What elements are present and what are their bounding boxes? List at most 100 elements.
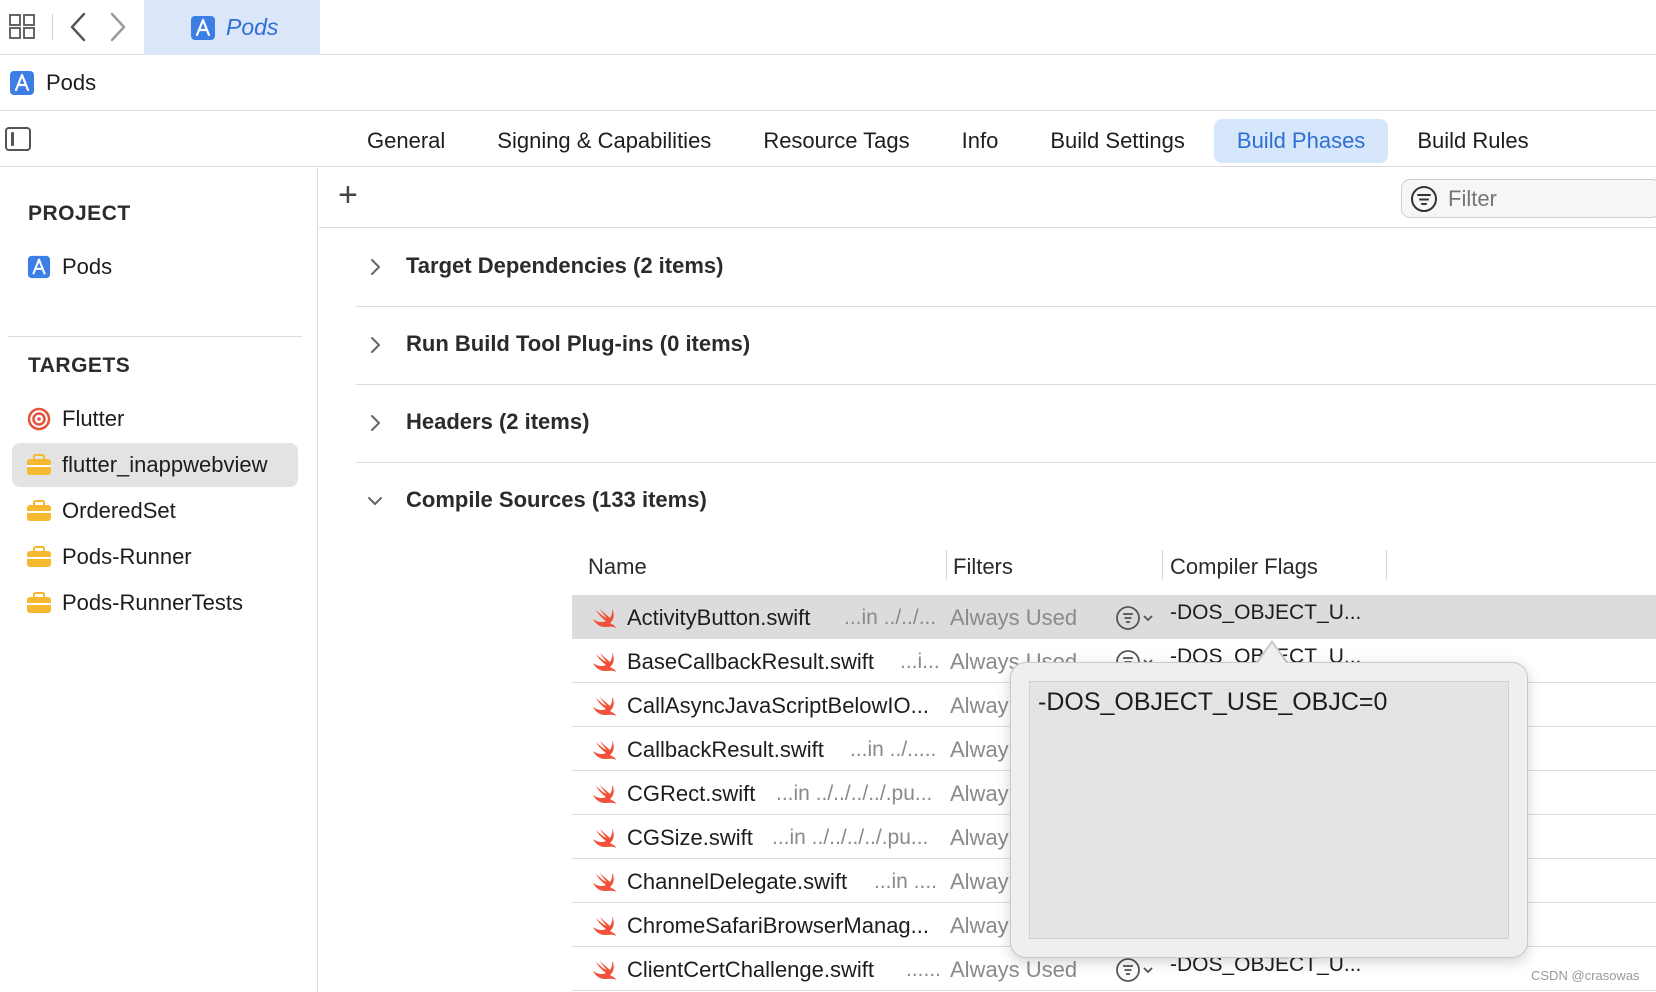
file-tab-pods[interactable]: Pods	[144, 0, 320, 55]
filter-input[interactable]	[1448, 185, 1628, 212]
build-phases-toolbar: +	[319, 168, 1656, 228]
phase-title: Target Dependencies (2 items)	[406, 253, 724, 278]
sidebar-item-pods-runner[interactable]: Pods-Runner	[12, 535, 298, 579]
file-filter[interactable]: Alway	[950, 913, 1009, 939]
column-header-name[interactable]: Name	[588, 554, 647, 580]
phase-title: Run Build Tool Plug-ins (0 items)	[406, 331, 751, 356]
tab-build-phases[interactable]: Build Phases	[1213, 119, 1389, 163]
related-items-grid-icon[interactable]	[9, 14, 37, 40]
sidebar-item-flutter-inappwebview[interactable]: flutter_inappwebview	[12, 443, 298, 487]
chevron-down-icon[interactable]	[366, 488, 384, 514]
file-path: ...in ....	[874, 870, 938, 893]
column-divider[interactable]	[1386, 550, 1387, 580]
popover-arrow-fill	[1258, 643, 1286, 663]
sidebar-item-label: Flutter	[62, 406, 125, 431]
sidebar-item-label: Pods	[62, 254, 113, 279]
swift-file-icon	[593, 740, 616, 760]
sidebar-item-orderedset[interactable]: OrderedSet	[12, 489, 298, 533]
file-filter[interactable]: Alway	[950, 737, 1009, 763]
phase-headers[interactable]: Headers (2 items)	[356, 385, 1656, 463]
file-filter[interactable]: Alway	[950, 781, 1009, 807]
phase-title: Compile Sources (133 items)	[406, 487, 707, 512]
sidebar-item-label: flutter_inappwebview	[62, 452, 268, 477]
xcode-project-icon	[191, 16, 215, 40]
window-tab-bar: Pods	[0, 0, 1656, 55]
editor-tabs: General Signing & Capabilities Resource …	[344, 119, 1552, 163]
toolbox-icon	[26, 498, 52, 524]
column-divider[interactable]	[946, 550, 947, 580]
compiler-flags-editor[interactable]: -DOS_OBJECT_USE_OBJC=0	[1029, 681, 1509, 939]
filter-menu-icon[interactable]	[1114, 604, 1160, 632]
phase-title: Headers (2 items)	[406, 409, 590, 434]
chevron-right-icon[interactable]	[366, 332, 384, 358]
swift-file-icon	[593, 872, 616, 892]
project-section-header: PROJECT	[28, 202, 131, 225]
file-path: ...i...	[900, 650, 940, 673]
target-sidebar: PROJECT Pods TARGETS Flutter flutter_ina…	[0, 168, 318, 992]
watermark: CSDN @crasowas	[1531, 968, 1640, 983]
chevron-left-icon[interactable]	[66, 10, 90, 44]
toolbar-divider	[52, 14, 53, 40]
xcode-project-icon	[26, 254, 52, 280]
file-path: ...in ../../../../.pu...	[776, 782, 933, 805]
file-tab-label: Pods	[226, 14, 279, 40]
swift-file-icon	[593, 696, 616, 716]
breadcrumb-project[interactable]: Pods	[46, 70, 96, 96]
sidebar-item-project-pods[interactable]: Pods	[12, 245, 298, 289]
xcode-project-icon	[10, 71, 34, 95]
file-path: ......	[906, 958, 942, 981]
chevron-right-icon[interactable]	[366, 410, 384, 436]
filter-field[interactable]	[1401, 179, 1656, 218]
target-icon	[26, 406, 52, 432]
compiler-flags-popover: -DOS_OBJECT_USE_OBJC=0	[1010, 662, 1528, 958]
sidebar-item-flutter[interactable]: Flutter	[12, 397, 298, 441]
swift-file-icon	[593, 652, 616, 672]
file-name: ChannelDelegate.swift	[627, 869, 848, 894]
sidebar-item-pods-runnertests[interactable]: Pods-RunnerTests	[12, 581, 298, 625]
tab-build-settings[interactable]: Build Settings	[1027, 119, 1208, 163]
toolbox-icon	[26, 452, 52, 478]
sidebar-item-label: OrderedSet	[62, 498, 176, 523]
file-name: ActivityButton.swift	[627, 605, 811, 630]
swift-file-icon	[593, 828, 616, 848]
file-name: ChromeSafariBrowserManag...	[627, 913, 930, 938]
filter-menu-icon[interactable]	[1114, 956, 1160, 984]
tab-general[interactable]: General	[344, 119, 468, 163]
file-filter[interactable]: Always Used	[950, 957, 1077, 983]
file-name: ClientCertChallenge.swift	[627, 957, 874, 982]
tab-build-rules[interactable]: Build Rules	[1394, 119, 1551, 163]
phase-run-build-tool-plugins[interactable]: Run Build Tool Plug-ins (0 items)	[356, 307, 1656, 385]
file-filter[interactable]: Alway	[950, 869, 1009, 895]
phase-target-dependencies[interactable]: Target Dependencies (2 items)	[356, 229, 1656, 307]
table-row[interactable]: ActivityButton.swift ...in ../../... Alw…	[572, 595, 1656, 639]
compile-sources-table-header: Name Filters Compiler Flags	[572, 548, 1656, 590]
file-name: CGRect.swift	[627, 781, 756, 806]
chevron-right-icon[interactable]	[106, 10, 130, 44]
file-name: BaseCallbackResult.swift	[627, 649, 874, 674]
sidebar-item-label: Pods-Runner	[62, 544, 192, 569]
swift-file-icon	[593, 784, 616, 804]
tab-resource-tags[interactable]: Resource Tags	[740, 119, 932, 163]
phase-compile-sources[interactable]: Compile Sources (133 items)	[356, 463, 1656, 541]
file-filter[interactable]: Alway	[950, 693, 1009, 719]
swift-file-icon	[593, 608, 616, 628]
file-name: CallbackResult.swift	[627, 737, 824, 762]
tab-signing-capabilities[interactable]: Signing & Capabilities	[474, 119, 734, 163]
tab-info[interactable]: Info	[939, 119, 1022, 163]
toolbox-icon	[26, 544, 52, 570]
filter-icon	[1411, 185, 1437, 212]
compiler-flags-value[interactable]: -DOS_OBJECT_U...	[1170, 601, 1361, 625]
column-divider[interactable]	[1162, 550, 1163, 580]
column-header-filters[interactable]: Filters	[953, 554, 1013, 580]
targets-section-header: TARGETS	[28, 354, 131, 377]
add-build-phase-button[interactable]: +	[338, 178, 358, 212]
file-name: CGSize.swift	[627, 825, 753, 850]
file-filter[interactable]: Alway	[950, 825, 1009, 851]
chevron-right-icon[interactable]	[366, 254, 384, 280]
sidebar-item-label: Pods-RunnerTests	[62, 590, 243, 615]
column-header-compiler-flags[interactable]: Compiler Flags	[1170, 554, 1318, 580]
file-path: ...in ../../../../.pu...	[772, 826, 929, 849]
file-filter[interactable]: Always Used	[950, 605, 1077, 631]
sidebar-toggle-icon[interactable]	[5, 127, 31, 151]
swift-file-icon	[593, 916, 616, 936]
